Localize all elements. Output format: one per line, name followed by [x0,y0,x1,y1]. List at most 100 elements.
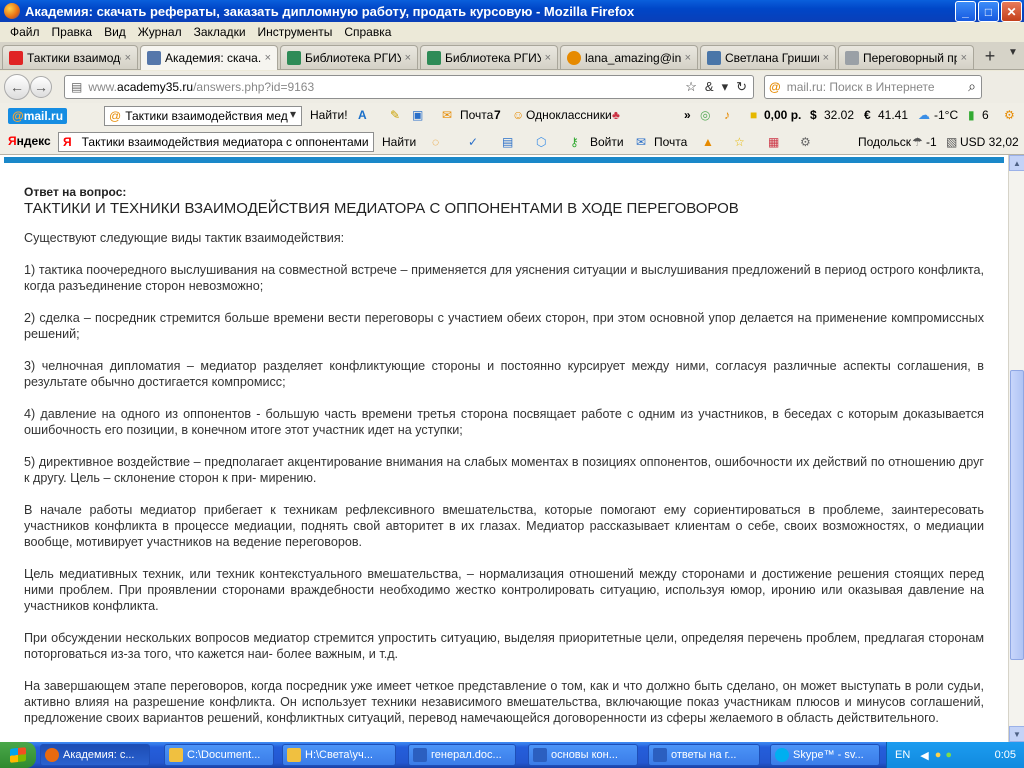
tab-close-icon[interactable]: × [265,52,271,64]
scroll-up-icon[interactable]: ▲ [1009,155,1024,171]
start-button[interactable] [0,742,36,768]
tab-strip: Тактики взаимодей... × Академия: скача..… [0,42,1024,70]
tab-close-icon[interactable]: × [125,52,131,64]
people-icon[interactable]: ♣ [612,108,620,122]
spellcheck-icon[interactable]: ✓ [468,135,478,149]
taskbar-item[interactable]: основы кон... [528,744,638,766]
highlighter-icon[interactable]: ✎ [390,108,400,122]
tab-close-icon[interactable]: × [545,52,551,64]
tab-4[interactable]: Библиотека РГИУ ::... × [420,45,558,69]
scroll-down-icon[interactable]: ▼ [1009,726,1024,742]
tab-close-icon[interactable]: × [823,52,829,64]
translate-icon[interactable]: ▤ [502,135,513,149]
bookmark-star-icon[interactable]: ☆ [685,79,697,95]
mailru-dropdown-icon[interactable]: ▾ [290,107,296,121]
page-info-icon[interactable]: ▤ [71,80,82,94]
new-tab-button[interactable]: + [978,45,1002,67]
odnoklassniki-link[interactable]: Одноклассники [526,108,612,122]
taskbar-item[interactable]: H:\Света\уч... [282,744,396,766]
language-indicator[interactable]: EN [895,749,910,761]
yandex-settings-icon[interactable]: ⚙ [800,135,811,149]
forward-button[interactable]: → [30,76,52,98]
tab-5[interactable]: lana_amazing@inbox... × [560,45,698,69]
reload-icon[interactable]: ↻ [736,79,747,95]
tab-6[interactable]: Светлана Гришина × [700,45,836,69]
scroll-thumb[interactable] [1010,370,1024,660]
menu-file[interactable]: Файл [4,25,46,39]
menu-bookmarks[interactable]: Закладки [188,25,252,39]
maximize-button[interactable]: □ [978,1,999,22]
tab-favicon-icon [707,50,721,65]
ampersand-icon[interactable]: & [705,79,714,95]
taskbar-item[interactable]: генерал.doc... [408,744,516,766]
yandex-search-input[interactable]: Я Тактики взаимодействия медиатора с опп… [58,132,374,152]
yandex-bar-icon[interactable]: ▲ [702,135,714,149]
usd-rate[interactable]: 32.02 [824,108,854,122]
search-bar[interactable]: @ mail.ru: Поиск в Интернете ⌕ [764,75,982,99]
magnifier-icon[interactable]: ⌕ [968,78,976,95]
back-arrow-icon: ← [10,79,24,95]
tray-arrow-icon[interactable]: ◀ [920,749,928,762]
tab-close-icon[interactable]: × [405,52,411,64]
favorites-star-icon[interactable]: ☆ [734,135,745,149]
more-chevron[interactable]: » [684,108,691,122]
yandex-logo[interactable]: Яндекс [8,134,51,148]
font-size-icon[interactable]: A [358,108,367,122]
weather-temp[interactable]: -1°C [934,108,958,122]
url-bar[interactable]: ▤ www. academy35.ru/answers.php?id=9163 ☆… [64,75,754,99]
music-icon[interactable]: ♪ [724,108,730,122]
euro-icon: € [864,108,871,122]
traffic-level[interactable]: 6 [982,108,989,122]
settings-gear-icon[interactable]: ⚙ [1004,108,1015,122]
mail-count: 7 [494,108,501,122]
frame-icon[interactable]: ▣ [412,108,423,122]
taskbar-item[interactable]: C:\Document... [164,744,274,766]
tab-favicon-icon [567,50,581,65]
window-titlebar: Академия: скачать рефераты, заказать дип… [0,0,1024,22]
forward-arrow-icon: → [34,79,48,95]
mailru-search-input[interactable]: @ Тактики взаимодействия мед [104,106,302,126]
tab-close-icon[interactable]: × [961,52,967,64]
money-balance[interactable]: 0,00 р. [764,108,801,122]
tab-favicon-icon [427,50,441,65]
tab-3[interactable]: Библиотека РГИУ ::... × [280,45,418,69]
mail-envelope-icon[interactable]: ✉ [442,108,452,122]
tray-skype-icon[interactable]: ● [945,749,952,761]
city-weather-value[interactable]: -1 [926,135,937,149]
yandex-disk-icon[interactable]: ⬡ [536,135,546,149]
mailru-search-icon[interactable]: @ [769,80,781,94]
mailru-find-button[interactable]: Найти! [310,108,348,122]
vertical-scrollbar[interactable]: ▲ ▼ [1008,155,1024,742]
taskbar-item[interactable]: Skype™ - sv... [770,744,880,766]
yandex-apps-icon[interactable]: ▦ [768,135,779,149]
city-name[interactable]: Подольск [858,135,911,149]
back-button[interactable]: ← [4,74,30,100]
agent-icon[interactable]: ◎ [700,108,710,122]
menu-edit[interactable]: Правка [46,25,99,39]
close-button[interactable]: ✕ [1001,1,1022,22]
tray-update-icon[interactable]: ● [935,749,942,761]
search-placeholder: mail.ru: Поиск в Интернете [786,80,935,94]
word-doc-icon [533,748,547,762]
menu-history[interactable]: Журнал [132,25,188,39]
menu-help[interactable]: Справка [338,25,397,39]
yandex-mail-link[interactable]: Почта [654,135,687,149]
tab-2[interactable]: Академия: скача... × [140,45,278,70]
tab-7[interactable]: Переговорный проц... × [838,45,974,69]
tab-1[interactable]: Тактики взаимодей... × [2,45,138,69]
tab-list-icon[interactable]: ▼ [1008,47,1018,58]
yandex-usd-rate[interactable]: USD 32,02 [960,135,1019,149]
taskbar-item[interactable]: Академия: с... [40,744,150,766]
tab-close-icon[interactable]: × [685,52,691,64]
menu-view[interactable]: Вид [98,25,132,39]
mailru-logo[interactable]: @mail.ru [8,108,68,124]
eur-rate[interactable]: 41.41 [878,108,908,122]
comment-icon[interactable]: ◌ [432,135,439,149]
menu-tools[interactable]: Инструменты [252,25,339,39]
dropdown-icon[interactable]: ▾ [722,79,729,95]
yandex-login-button[interactable]: Войти [590,135,624,149]
taskbar-item[interactable]: ответы на г... [648,744,760,766]
minimize-button[interactable]: _ [955,1,976,22]
yandex-find-button[interactable]: Найти [382,135,416,149]
mail-label[interactable]: Почта [460,108,493,122]
